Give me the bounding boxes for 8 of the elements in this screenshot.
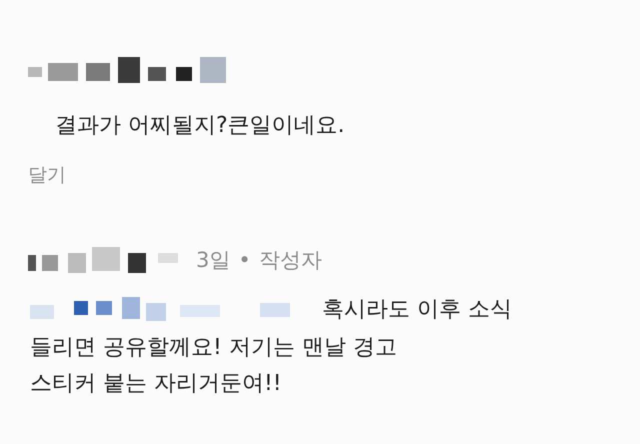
comment-text: 혹시라도 이후 소식: [321, 296, 512, 324]
comment-time: 3일: [196, 247, 230, 274]
comment-text: 결과가 어찌될지?큰일이네요.: [54, 112, 346, 140]
comment-text: 스티커 붙는 자리거둔여!!: [29, 370, 283, 398]
separator-dot: •: [238, 248, 251, 272]
comment-text: 들리면 공유할께요! 저기는 맨날 경고: [29, 334, 398, 362]
reply-link[interactable]: 달기: [0, 162, 640, 188]
author-label: 작성자: [258, 247, 322, 274]
